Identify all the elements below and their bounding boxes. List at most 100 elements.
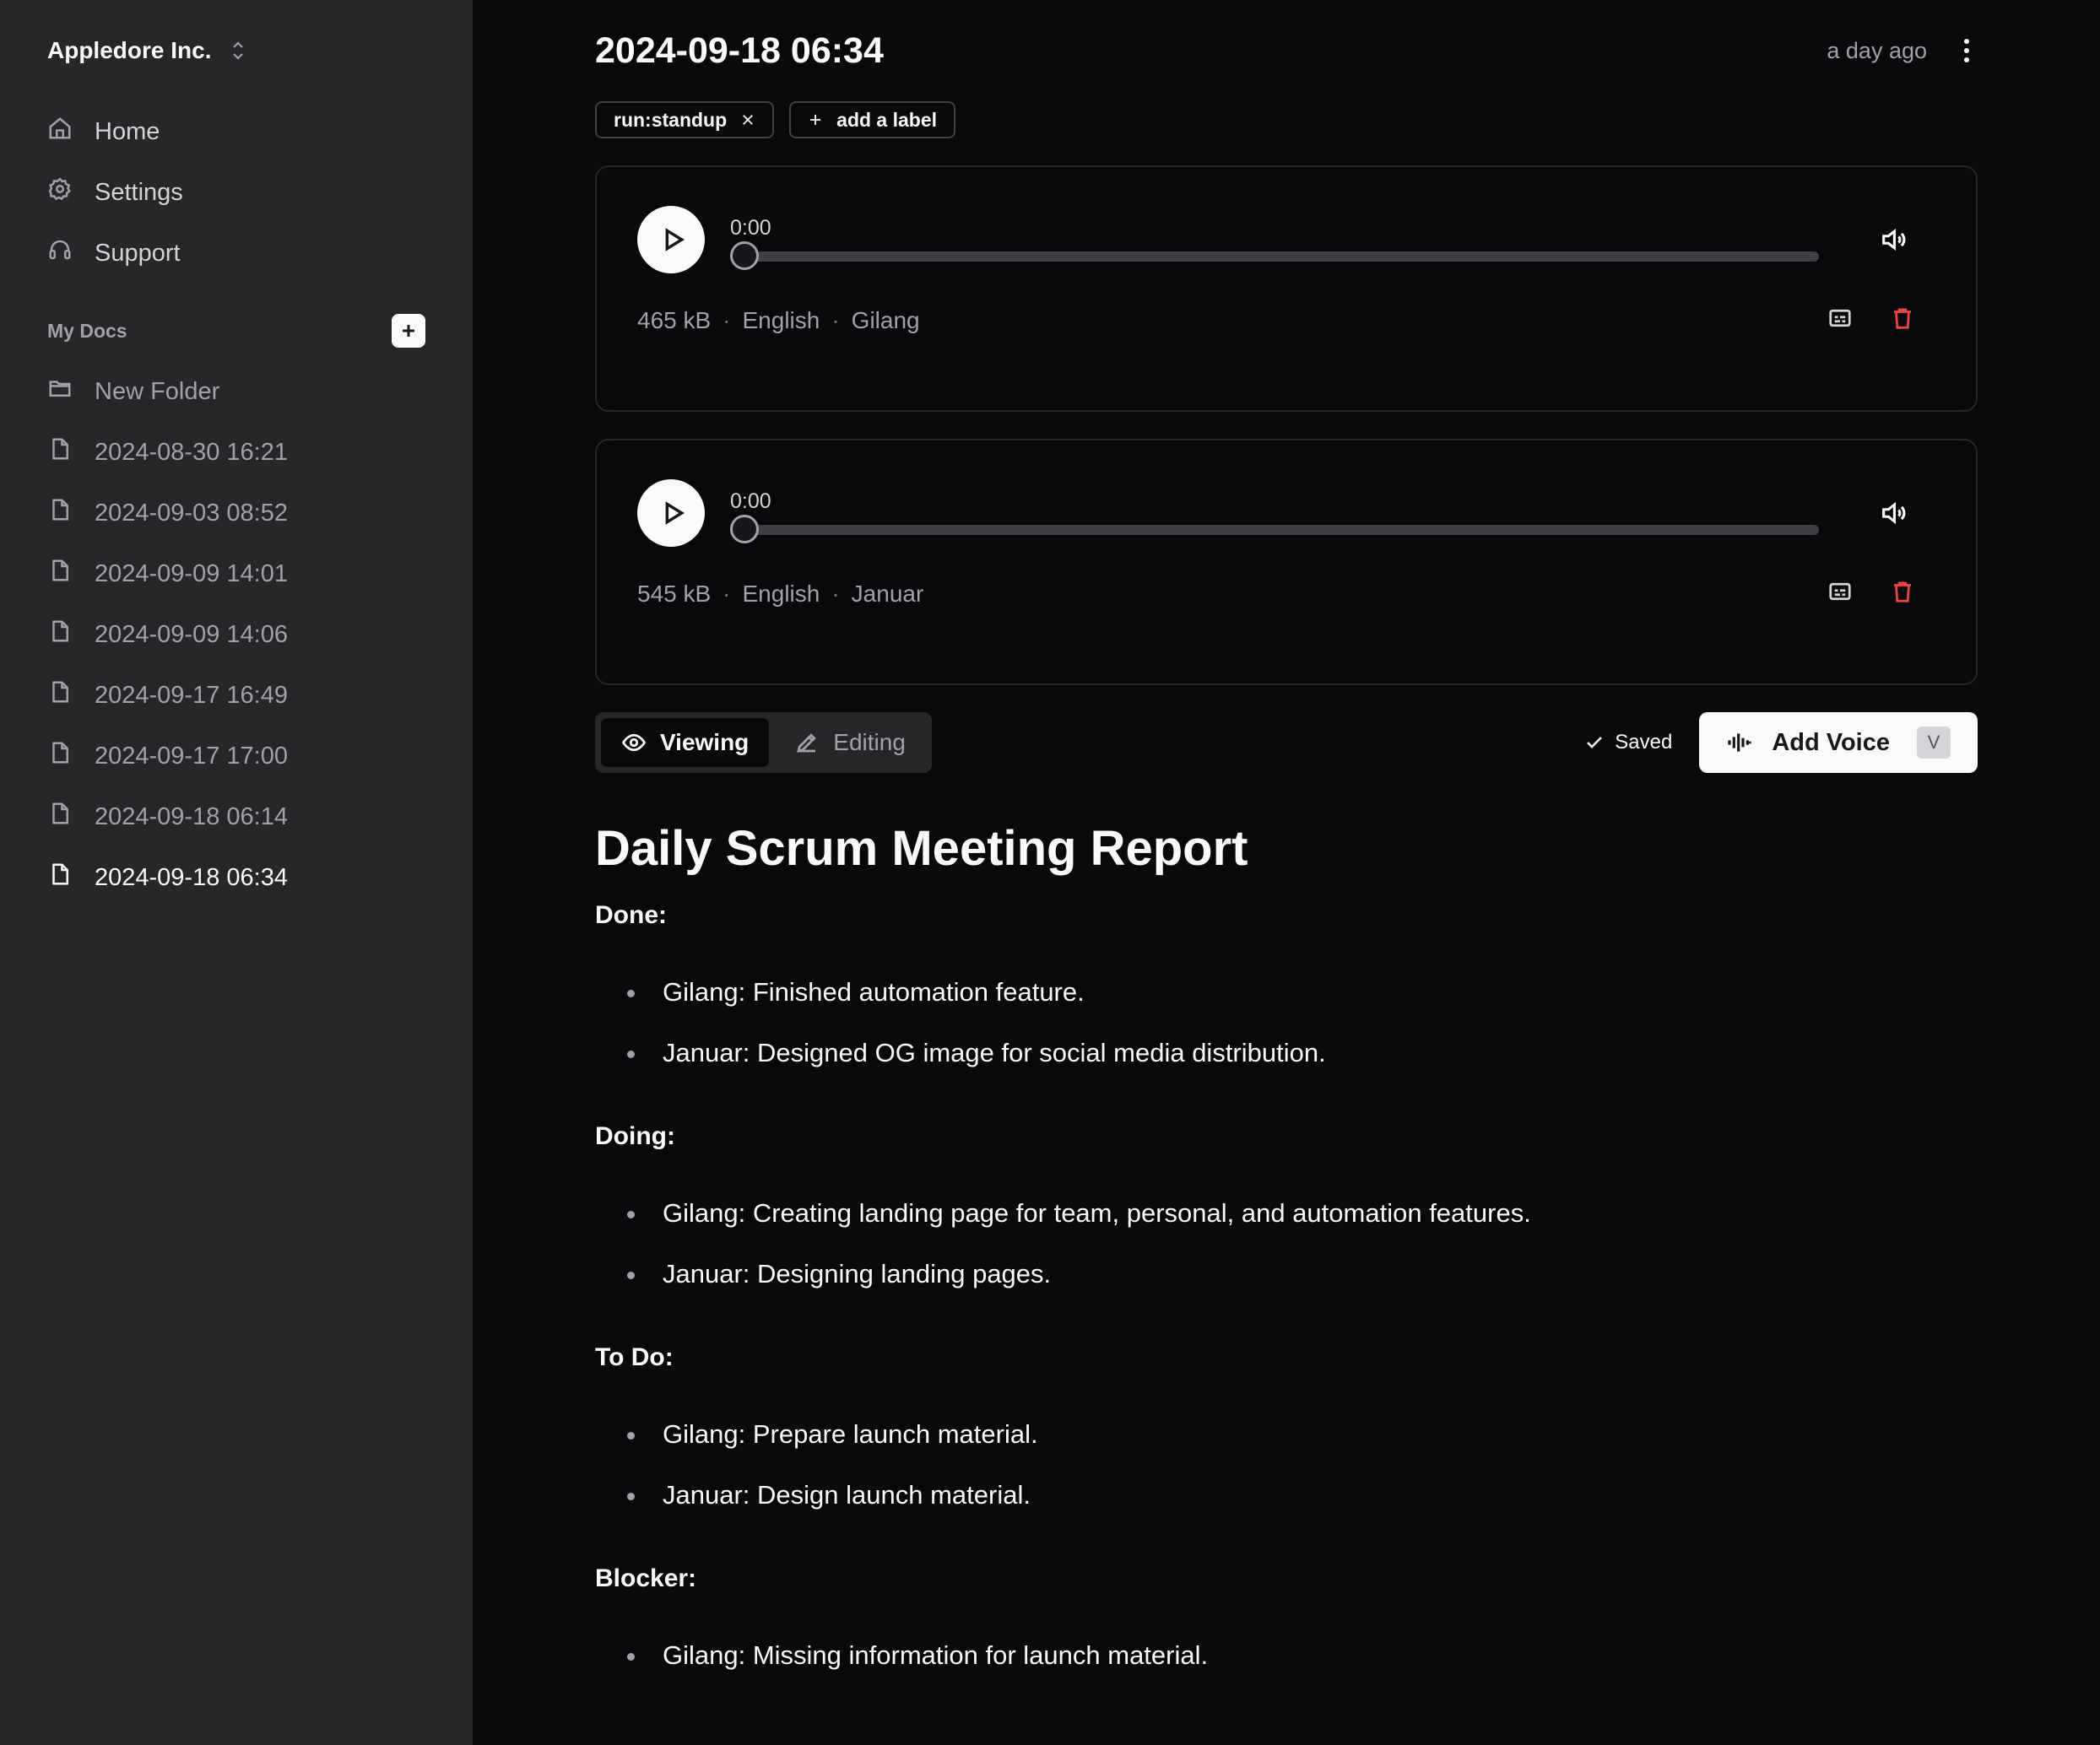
- folder-icon: [47, 375, 73, 408]
- recording-card: 0:00 465 kB · English · Gilang: [595, 165, 1978, 412]
- sidebar-item-label: Settings: [95, 178, 183, 206]
- sidebar-doc-item[interactable]: 2024-09-03 08:52: [47, 483, 425, 543]
- recording-card: 0:00 545 kB · English · Januar: [595, 439, 1978, 685]
- file-icon: [47, 497, 73, 529]
- sidebar-item-label: 2024-09-09 14:01: [95, 559, 288, 587]
- speaker: Januar: [851, 580, 924, 607]
- main-panel: 2024-09-18 06:34 a day ago run:standup a…: [473, 0, 2100, 1745]
- sidebar-item-settings[interactable]: Settings: [47, 162, 425, 223]
- more-options-icon[interactable]: [1956, 34, 1978, 68]
- seek-thumb[interactable]: [730, 241, 759, 270]
- document-content: Daily Scrum Meeting Report Done: Gilang:…: [595, 815, 1978, 1689]
- saved-label: Saved: [1615, 731, 1673, 754]
- seek-thumb[interactable]: [730, 515, 759, 543]
- volume-icon: [1882, 501, 1906, 525]
- play-icon: [665, 501, 685, 525]
- audio-player: 0:00: [637, 206, 1935, 273]
- label-chip: run:standup: [595, 101, 775, 138]
- sidebar-doc-item[interactable]: 2024-08-30 16:21: [47, 422, 425, 483]
- check-icon: [1587, 737, 1603, 748]
- captions-icon[interactable]: [1827, 579, 1853, 608]
- seek-bar[interactable]: [730, 241, 1819, 270]
- section-list: Gilang: Finished automation feature. Jan…: [595, 965, 1978, 1087]
- sidebar-doc-item[interactable]: 2024-09-18 06:14: [47, 786, 425, 847]
- sidebar-doc-item[interactable]: 2024-09-09 14:01: [47, 543, 425, 604]
- seek-bar[interactable]: [730, 515, 1819, 543]
- docs-list: New Folder 2024-08-30 16:21 2024-09-03 0…: [47, 361, 425, 908]
- sidebar-doc-item[interactable]: 2024-09-17 17:00: [47, 726, 425, 786]
- sidebar-item-label: 2024-09-18 06:14: [95, 802, 288, 830]
- sidebar-doc-item-active[interactable]: 2024-09-18 06:34: [47, 847, 425, 908]
- separator: ·: [831, 306, 840, 333]
- recording-meta: 545 kB · English · Januar: [637, 581, 923, 608]
- file-icon: [47, 619, 73, 651]
- workspace-name: Appledore Inc.: [47, 37, 212, 63]
- pencil-icon: [797, 733, 816, 753]
- sidebar-item-support[interactable]: Support: [47, 223, 425, 284]
- my-docs-title: My Docs: [47, 319, 127, 342]
- recording-meta-row: 545 kB · English · Januar: [637, 579, 1935, 608]
- chevron-up-down-icon: [230, 38, 246, 63]
- document-heading: Daily Scrum Meeting Report: [595, 821, 1248, 876]
- section-list: Gilang: Prepare launch material. Januar:…: [595, 1407, 1978, 1529]
- close-icon[interactable]: [740, 112, 755, 127]
- current-time: 0:00: [730, 489, 771, 513]
- recording-actions: [1827, 579, 1915, 608]
- trash-icon[interactable]: [1890, 579, 1915, 608]
- doc-toolbar: Viewing Editing Saved Add Voice V: [595, 712, 1978, 773]
- file-size: 465 kB: [637, 306, 712, 333]
- play-icon: [665, 228, 685, 251]
- waveform-icon: [1728, 733, 1751, 752]
- recording-meta: 465 kB · English · Gilang: [637, 307, 920, 334]
- volume-button[interactable]: [1859, 206, 1927, 273]
- viewing-tab[interactable]: Viewing: [601, 718, 770, 767]
- volume-button[interactable]: [1859, 479, 1927, 547]
- sidebar-item-label: 2024-08-30 16:21: [95, 438, 288, 466]
- eye-icon: [621, 733, 647, 752]
- captions-icon[interactable]: [1827, 305, 1853, 335]
- sidebar-item-label: Support: [95, 239, 181, 267]
- label-bar: run:standup add a label: [595, 101, 1978, 138]
- play-button[interactable]: [637, 479, 705, 547]
- section-title: Done:: [595, 901, 667, 929]
- workspace-switcher[interactable]: Appledore Inc.: [47, 0, 425, 101]
- my-docs-header: My Docs: [47, 300, 425, 361]
- recording-meta-row: 465 kB · English · Gilang: [637, 305, 1935, 335]
- sidebar-item-label: 2024-09-17 17:00: [95, 742, 288, 770]
- current-time: 0:00: [730, 216, 771, 240]
- file-size: 545 kB: [637, 580, 712, 607]
- list-item: Gilang: Creating landing page for team, …: [595, 1186, 1978, 1247]
- section-title: Blocker:: [595, 1564, 697, 1592]
- speaker: Gilang: [851, 306, 920, 333]
- sidebar-item-label: 2024-09-09 14:06: [95, 620, 288, 648]
- primary-nav: Home Settings Support: [47, 101, 425, 284]
- headset-icon: [47, 237, 73, 269]
- sidebar-item-label: 2024-09-18 06:34: [95, 863, 288, 891]
- add-label-button[interactable]: add a label: [789, 101, 956, 138]
- sidebar: Appledore Inc. Home Settings Support My …: [0, 0, 473, 1745]
- viewing-label: Viewing: [660, 729, 750, 755]
- sidebar-doc-item[interactable]: 2024-09-17 16:49: [47, 665, 425, 726]
- recording-actions: [1827, 305, 1915, 335]
- sidebar-doc-item[interactable]: 2024-09-09 14:06: [47, 604, 425, 665]
- list-item: Januar: Designed OG image for social med…: [595, 1026, 1978, 1087]
- mode-toggle: Viewing Editing: [595, 712, 932, 773]
- sidebar-item-home[interactable]: Home: [47, 101, 425, 162]
- page-title: 2024-09-18 06:34: [595, 30, 884, 71]
- section-title: To Do:: [595, 1343, 674, 1371]
- editing-tab[interactable]: Editing: [774, 718, 926, 767]
- sidebar-folder-new-folder[interactable]: New Folder: [47, 361, 425, 422]
- add-doc-button[interactable]: [392, 314, 425, 348]
- audio-track: 0:00: [730, 479, 1834, 543]
- separator: ·: [831, 580, 840, 607]
- volume-icon: [1882, 228, 1906, 251]
- play-button[interactable]: [637, 206, 705, 273]
- list-item: Gilang: Missing information for launch m…: [595, 1629, 1978, 1689]
- language: English: [742, 306, 820, 333]
- add-voice-label: Add Voice: [1772, 728, 1890, 756]
- trash-icon[interactable]: [1890, 305, 1915, 335]
- add-voice-button[interactable]: Add Voice V: [1699, 712, 1978, 773]
- add-label-text: add a label: [836, 108, 938, 131]
- audio-player: 0:00: [637, 479, 1935, 547]
- app-root: Appledore Inc. Home Settings Support My …: [0, 0, 2100, 1745]
